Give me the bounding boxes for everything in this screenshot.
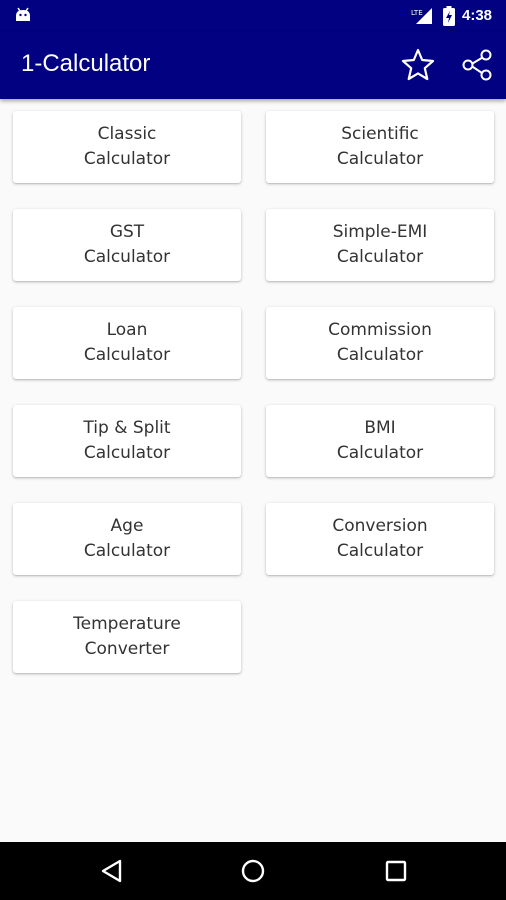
home-circle-icon xyxy=(241,859,265,883)
age-calculator-card[interactable]: Age Calculator xyxy=(13,503,241,575)
card-subtitle: Calculator xyxy=(336,149,424,169)
recents-button[interactable] xyxy=(380,855,412,887)
card-title: BMI xyxy=(364,418,396,438)
card-subtitle: Calculator xyxy=(83,247,171,267)
card-title: Age xyxy=(110,516,144,536)
app-title: 1-Calculator xyxy=(21,50,151,77)
conversion-calculator-card[interactable]: Conversion Calculator xyxy=(266,503,494,575)
status-time: 4:38 xyxy=(462,7,493,24)
card-title: Simple-EMI xyxy=(332,222,428,242)
card-title: Loan xyxy=(106,320,148,340)
card-subtitle: Calculator xyxy=(83,345,171,365)
back-button[interactable] xyxy=(96,855,128,887)
loan-calculator-card[interactable]: Loan Calculator xyxy=(13,307,241,379)
gst-calculator-card[interactable]: GST Calculator xyxy=(13,209,241,281)
recents-square-icon xyxy=(385,860,407,882)
lte-signal-icon: LTE xyxy=(411,8,432,24)
share-button[interactable] xyxy=(458,46,496,84)
bmi-calculator-card[interactable]: BMI Calculator xyxy=(266,405,494,477)
share-icon xyxy=(462,49,492,81)
card-subtitle: Calculator xyxy=(83,443,171,463)
card-title: Scientific xyxy=(341,124,419,144)
status-bar: LTE 4:38 xyxy=(0,0,506,32)
card-title: Temperature xyxy=(73,614,181,634)
card-subtitle: Calculator xyxy=(336,443,424,463)
card-title: Classic xyxy=(97,124,157,144)
card-subtitle: Calculator xyxy=(83,149,171,169)
card-subtitle: Calculator xyxy=(336,345,424,365)
battery-charging-icon xyxy=(443,6,455,26)
card-title: Tip & Split xyxy=(83,418,171,438)
card-title: GST xyxy=(109,222,145,242)
temperature-converter-card[interactable]: Temperature Converter xyxy=(13,601,241,673)
tip-split-calculator-card[interactable]: Tip & Split Calculator xyxy=(13,405,241,477)
card-subtitle: Calculator xyxy=(336,541,424,561)
card-title: Conversion xyxy=(332,516,428,536)
home-button[interactable] xyxy=(237,855,269,887)
android-icon xyxy=(16,7,30,21)
svg-text:LTE: LTE xyxy=(411,9,423,17)
commission-calculator-card[interactable]: Commission Calculator xyxy=(266,307,494,379)
back-triangle-icon xyxy=(101,859,122,883)
app-bar: 1-Calculator xyxy=(0,32,506,99)
star-outline-icon xyxy=(401,48,435,81)
favorite-button[interactable] xyxy=(399,46,437,84)
navigation-bar xyxy=(0,842,506,900)
simple-emi-calculator-card[interactable]: Simple-EMI Calculator xyxy=(266,209,494,281)
scientific-calculator-card[interactable]: Scientific Calculator xyxy=(266,111,494,183)
card-subtitle: Calculator xyxy=(336,247,424,267)
classic-calculator-card[interactable]: Classic Calculator xyxy=(13,111,241,183)
card-subtitle: Calculator xyxy=(83,541,171,561)
card-subtitle: Converter xyxy=(84,639,170,659)
card-title: Commission xyxy=(328,320,432,340)
